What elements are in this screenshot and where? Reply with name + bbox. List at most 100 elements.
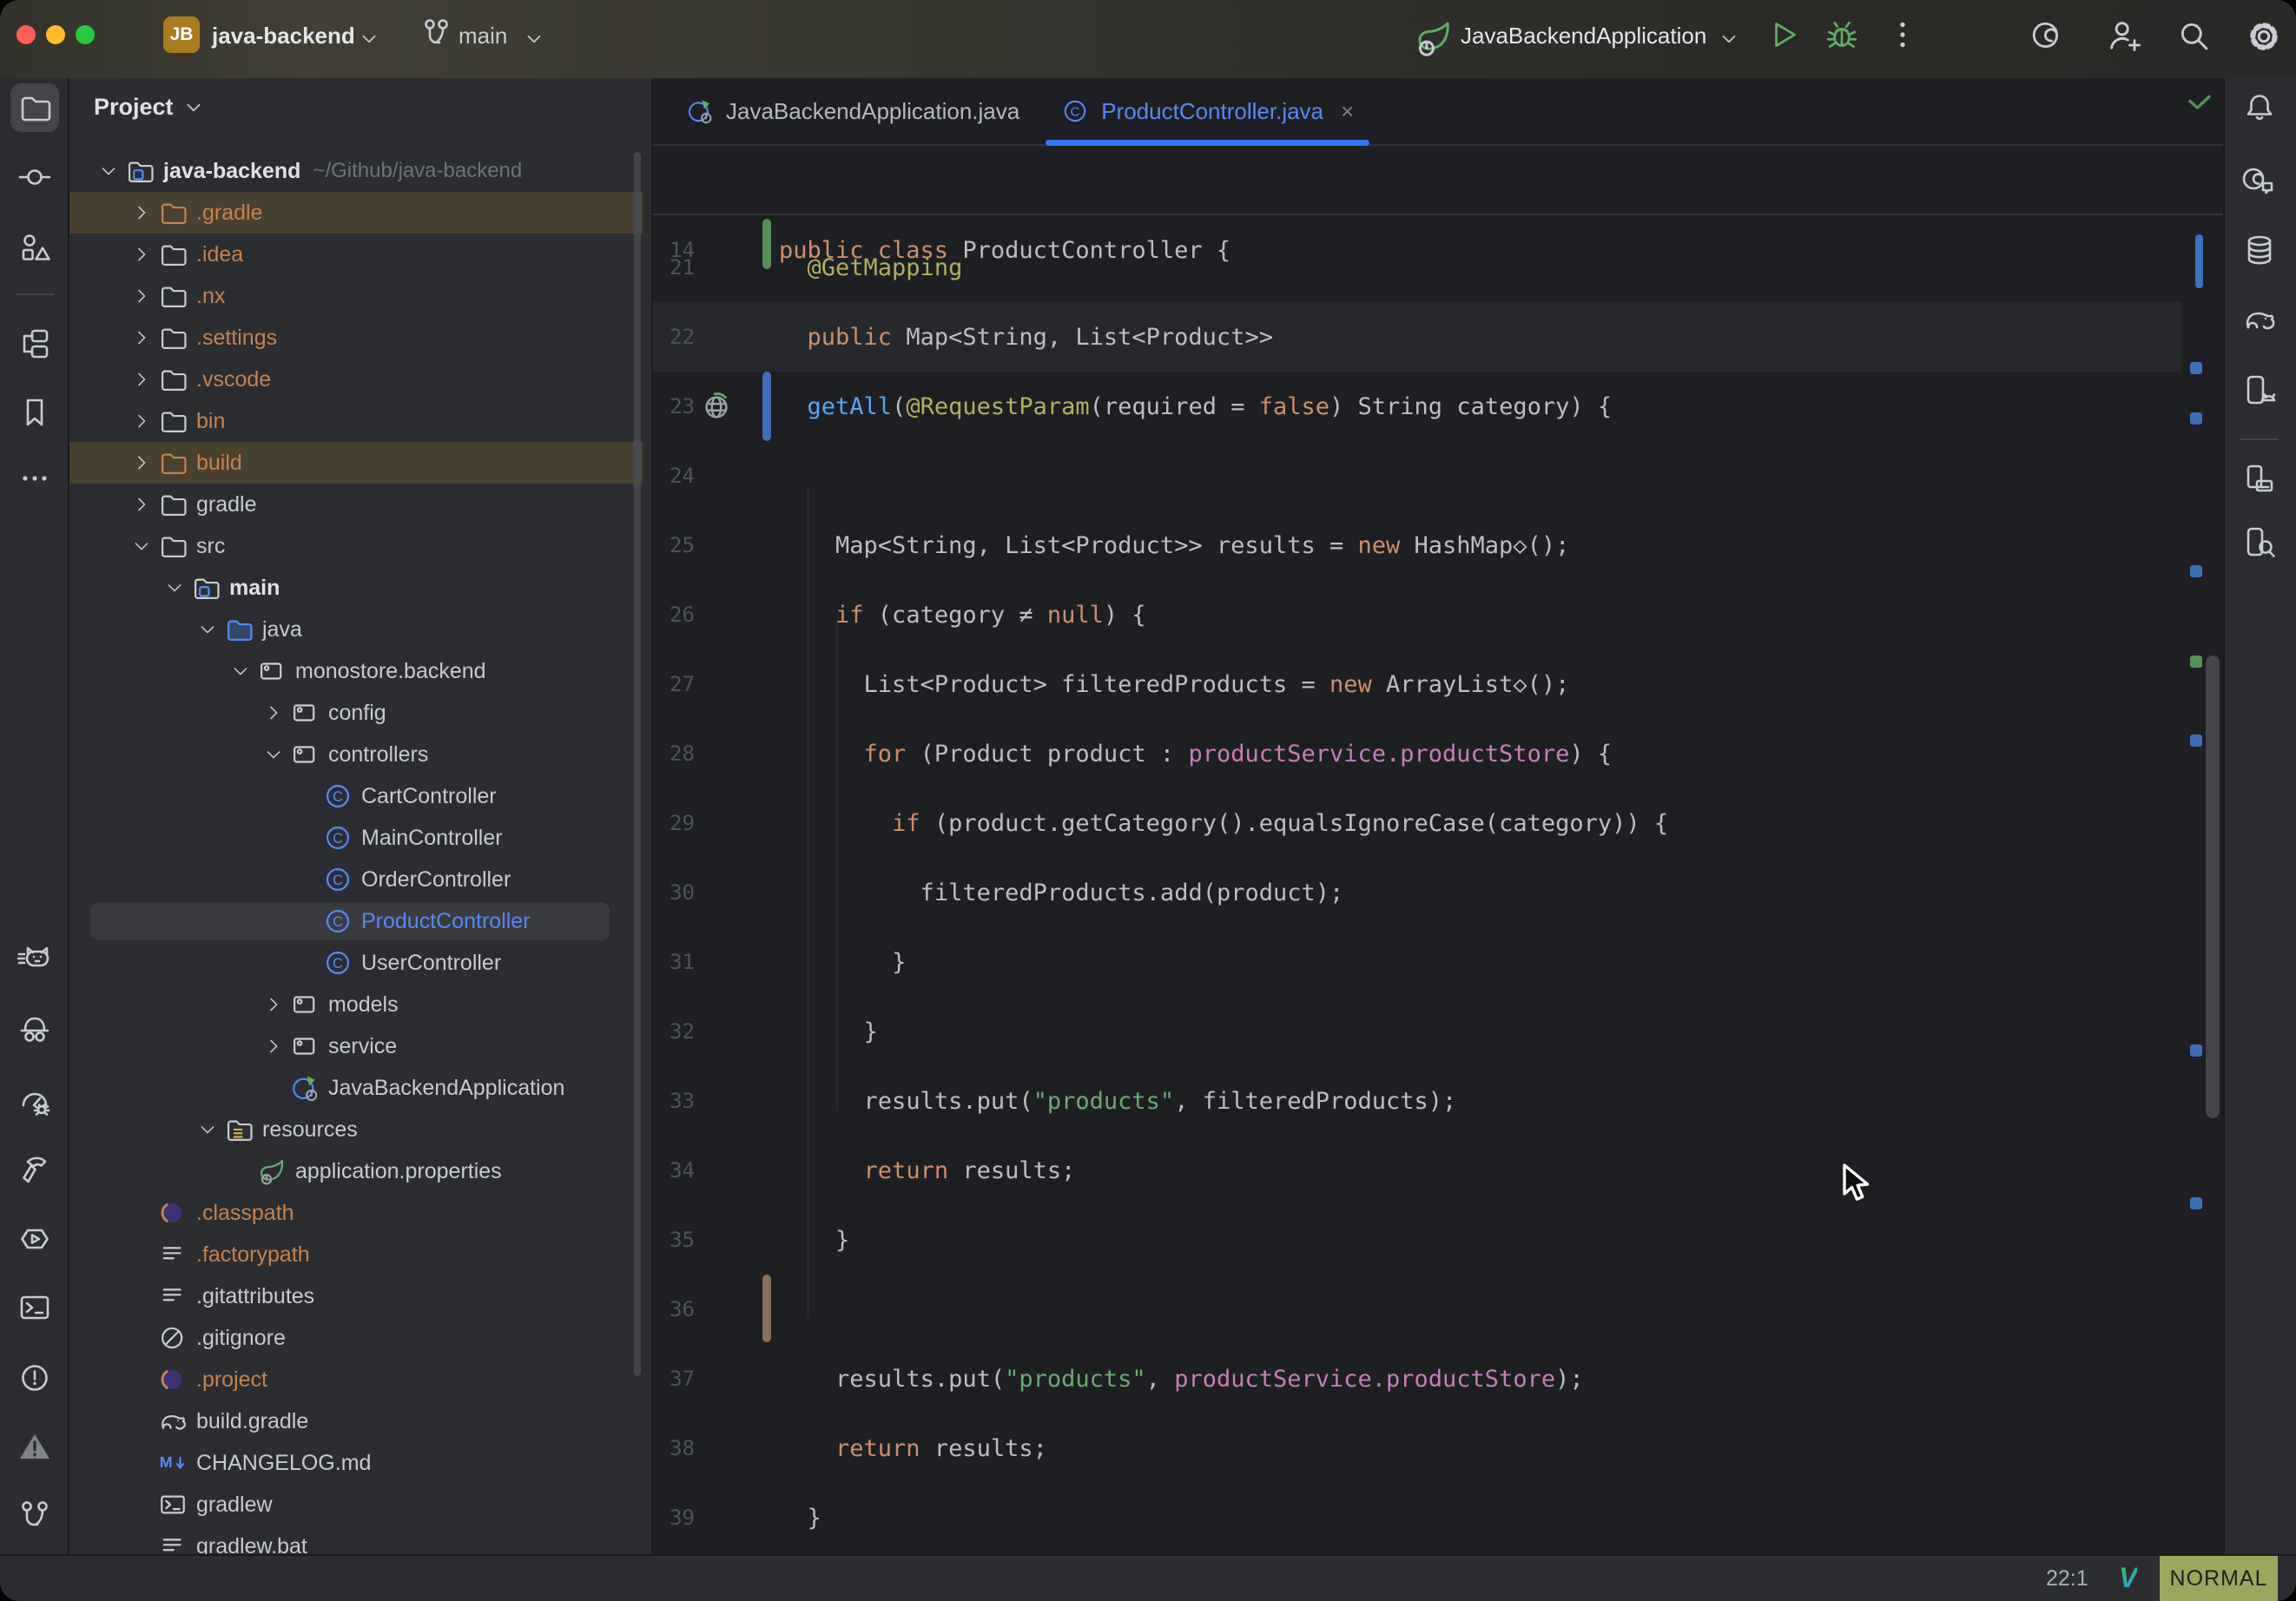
- code-line-31[interactable]: 31}: [653, 927, 2181, 997]
- stripe-change-mark[interactable]: [2190, 1197, 2202, 1209]
- maximize-window-button[interactable]: [76, 25, 95, 44]
- tree-row-service[interactable]: service: [69, 1025, 643, 1067]
- device-explorer-tool-button[interactable]: [2235, 517, 2284, 566]
- code-line-26[interactable]: 26if (category ≠ null) {: [653, 580, 2181, 649]
- tree-row--classpath[interactable]: .classpath: [69, 1192, 643, 1234]
- line-number[interactable]: 39: [653, 1505, 695, 1530]
- tree-row--gradle[interactable]: .gradle: [69, 192, 643, 234]
- caret-position[interactable]: 22:1: [2046, 1566, 2088, 1591]
- more-tool-windows-tool-button[interactable]: [10, 454, 59, 503]
- tree-row-application-properties[interactable]: application.properties: [69, 1150, 643, 1192]
- line-number[interactable]: 26: [653, 603, 695, 627]
- branch-name[interactable]: main: [459, 23, 507, 49]
- stripe-change-mark[interactable]: [2190, 565, 2202, 577]
- line-number[interactable]: 25: [653, 533, 695, 557]
- tree-row-build-gradle[interactable]: build.gradle: [69, 1400, 643, 1442]
- project-chip[interactable]: JB: [163, 16, 200, 53]
- code-line-38[interactable]: 38return results;: [653, 1413, 2181, 1483]
- line-number[interactable]: 34: [653, 1158, 695, 1183]
- profiler-tool-button[interactable]: [10, 1077, 59, 1125]
- tree-row--nx[interactable]: .nx: [69, 275, 643, 317]
- code-line-34[interactable]: 34return results;: [653, 1136, 2181, 1205]
- structure-tool-button[interactable]: [10, 224, 59, 273]
- run-button[interactable]: [1765, 16, 1802, 53]
- tree-row-main[interactable]: main: [69, 567, 643, 609]
- code-line-29[interactable]: 29if (product.getCategory().equalsIgnore…: [653, 788, 2181, 858]
- more-actions-button[interactable]: [1884, 16, 1921, 53]
- tree-row-productcontroller[interactable]: CProductController: [69, 900, 643, 942]
- code-line-23[interactable]: 23getAll(@RequestParam(required = false)…: [653, 372, 2181, 441]
- tree-row--idea[interactable]: .idea: [69, 234, 643, 275]
- line-number[interactable]: 37: [653, 1367, 695, 1391]
- search-everywhere-button[interactable]: [2174, 16, 2213, 55]
- inspections-ok-icon[interactable]: [2185, 89, 2214, 118]
- line-number[interactable]: 32: [653, 1019, 695, 1044]
- warnings-tool-button[interactable]: [10, 1422, 59, 1471]
- tree-row-java-backend[interactable]: java-backend~/Github/java-backend: [69, 150, 643, 192]
- notifications-tool-button[interactable]: [2235, 83, 2284, 132]
- code-line-30[interactable]: 30filteredProducts.add(product);: [653, 858, 2181, 927]
- bookmarks-tool-button[interactable]: [10, 388, 59, 437]
- tab-javabackendapplication-java[interactable]: JavaBackendApplication.java: [665, 78, 1040, 144]
- tree-row-javabackendapplication[interactable]: JavaBackendApplication: [69, 1067, 643, 1109]
- code-line-27[interactable]: 27List<Product> filteredProducts = new A…: [653, 649, 2181, 719]
- running-devices-tool-button[interactable]: [2235, 366, 2284, 414]
- line-number[interactable]: 36: [653, 1297, 695, 1321]
- line-number[interactable]: 38: [653, 1436, 695, 1460]
- gutter-change-marker-modified[interactable]: [762, 372, 771, 441]
- code-line-28[interactable]: 28for (Product product : productService.…: [653, 719, 2181, 788]
- stripe-change-mark[interactable]: [2190, 735, 2202, 747]
- incognito-tool-tool-button[interactable]: [10, 1005, 59, 1053]
- cat-tool-tool-button[interactable]: [10, 938, 59, 986]
- vim-mode-badge[interactable]: NORMAL: [2160, 1556, 2278, 1601]
- tree-row--gitignore[interactable]: .gitignore: [69, 1317, 643, 1359]
- tree-row-cartcontroller[interactable]: CCartController: [69, 775, 643, 817]
- terminal-tool-button[interactable]: [10, 1283, 59, 1332]
- tree-row-gradlew-bat[interactable]: gradlew.bat: [69, 1525, 643, 1554]
- tree-row--gitattributes[interactable]: .gitattributes: [69, 1275, 643, 1317]
- build-tool-button[interactable]: [10, 1145, 59, 1194]
- tab-close-button[interactable]: ×: [1341, 98, 1354, 125]
- tree-row-gradle[interactable]: gradle: [69, 484, 643, 525]
- code-line-22[interactable]: 22public Map<String, List<Product>>: [653, 302, 2181, 372]
- tree-row-usercontroller[interactable]: CUserController: [69, 942, 643, 984]
- line-number[interactable]: 31: [653, 950, 695, 974]
- settings-button[interactable]: [2244, 16, 2284, 56]
- minimize-window-button[interactable]: [46, 25, 65, 44]
- build-tool-window-tool-button[interactable]: [10, 320, 59, 368]
- code-line-33[interactable]: 33results.put("products", filteredProduc…: [653, 1066, 2181, 1136]
- code-line-36[interactable]: 36: [653, 1275, 2181, 1344]
- commit-tool-button[interactable]: [10, 153, 59, 201]
- line-number[interactable]: 27: [653, 672, 695, 696]
- tree-row-models[interactable]: models: [69, 984, 643, 1025]
- gutter-change-marker-added[interactable]: [762, 219, 771, 269]
- device-mirror-tool-button[interactable]: [2235, 455, 2284, 504]
- code-line-25[interactable]: 25Map<String, List<Product>> results = n…: [653, 511, 2181, 580]
- tree-row-maincontroller[interactable]: CMainController: [69, 817, 643, 859]
- line-number[interactable]: 24: [653, 464, 695, 488]
- code-line-21[interactable]: 21@GetMapping: [653, 233, 2181, 302]
- project-tree-scrollbar[interactable]: [634, 152, 641, 1376]
- stripe-caret-mark[interactable]: [2195, 234, 2203, 288]
- tree-row-controllers[interactable]: controllers: [69, 734, 643, 775]
- line-number[interactable]: 35: [653, 1228, 695, 1252]
- endpoint-gutter-icon[interactable]: [700, 390, 733, 423]
- code-line-24[interactable]: 24: [653, 441, 2181, 511]
- tree-row--factorypath[interactable]: .factorypath: [69, 1234, 643, 1275]
- run-configuration[interactable]: JavaBackendApplication: [1461, 23, 1706, 49]
- close-window-button[interactable]: [16, 25, 36, 44]
- tree-row--vscode[interactable]: .vscode: [69, 359, 643, 400]
- project-name[interactable]: java-backend: [212, 23, 355, 49]
- line-number[interactable]: 28: [653, 741, 695, 766]
- editor-scrollbar[interactable]: [2206, 656, 2220, 1118]
- ai-assistant-button[interactable]: [2032, 16, 2070, 55]
- tree-row-java[interactable]: java: [69, 609, 643, 650]
- tree-row-bin[interactable]: bin: [69, 400, 643, 442]
- line-number[interactable]: 33: [653, 1089, 695, 1113]
- database-tool-button[interactable]: [2235, 226, 2284, 274]
- line-number[interactable]: 22: [653, 325, 695, 349]
- code-line-35[interactable]: 35}: [653, 1205, 2181, 1275]
- stripe-change-mark[interactable]: [2190, 412, 2202, 425]
- tree-row-resources[interactable]: resources: [69, 1109, 643, 1150]
- gutter-change-marker-tan[interactable]: [762, 1275, 771, 1342]
